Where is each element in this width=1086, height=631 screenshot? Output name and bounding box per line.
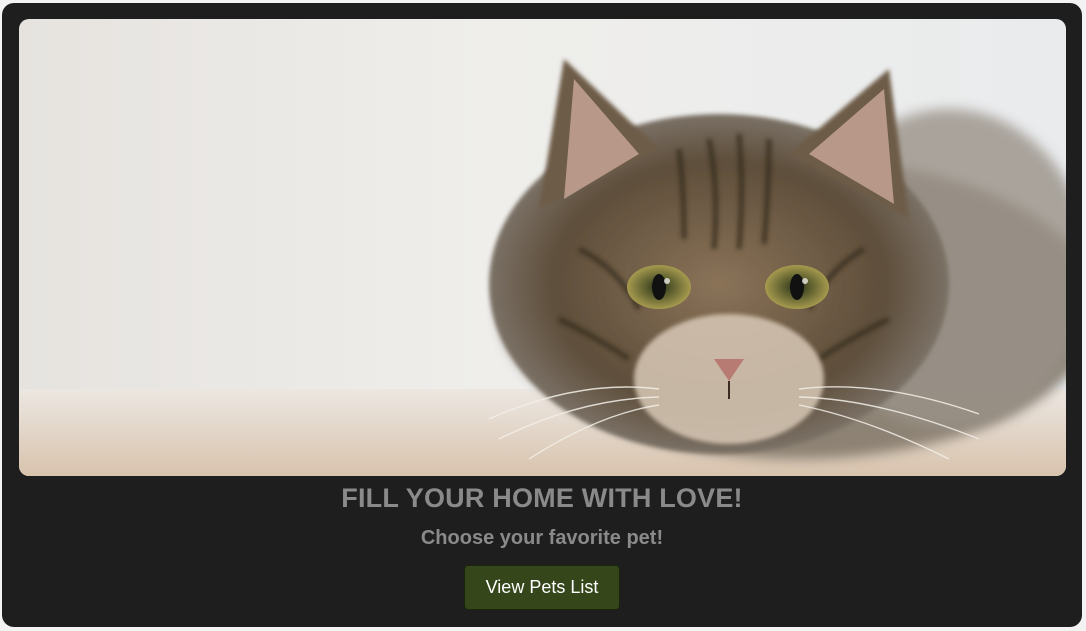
hero-subheadline: Choose your favorite pet! [420, 527, 664, 549]
view-pets-list-button[interactable]: View Pets List [464, 565, 620, 610]
hero-card: FILL YOUR HOME WITH LOVE! Choose your fa… [2, 3, 1082, 627]
hero-image [19, 19, 1066, 476]
cat-photo [19, 19, 1066, 476]
hero-headline: FILL YOUR HOME WITH LOVE! [341, 483, 743, 513]
